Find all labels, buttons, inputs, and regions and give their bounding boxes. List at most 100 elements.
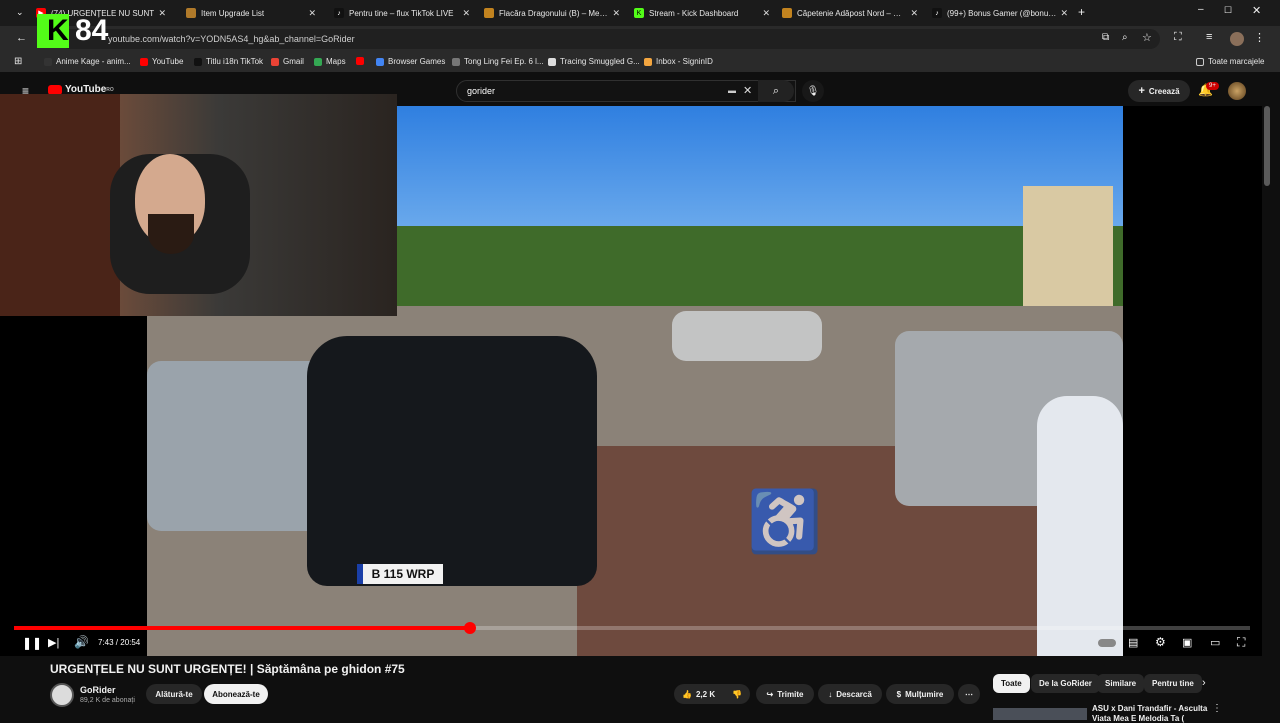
chip-related[interactable]: Similare bbox=[1097, 674, 1145, 693]
keyboard-icon[interactable]: ▬ bbox=[728, 86, 736, 95]
download-icon: ↓ bbox=[828, 689, 833, 699]
next-video-title-line1[interactable]: ASU x Dani Trandafir - Asculta bbox=[1092, 704, 1207, 713]
volume-icon[interactable]: 🔊 bbox=[74, 635, 89, 649]
maximize-icon[interactable]: ☐ bbox=[1224, 5, 1232, 16]
page-scrollbar[interactable] bbox=[1264, 106, 1270, 186]
minimize-icon[interactable]: – bbox=[1198, 4, 1204, 15]
close-icon[interactable]: ✕ bbox=[462, 8, 470, 19]
voice-search-button[interactable]: 🎙 bbox=[802, 80, 824, 102]
microphone-icon: 🎙 bbox=[806, 85, 820, 97]
progress-scrubber[interactable] bbox=[464, 622, 477, 634]
person bbox=[1037, 396, 1123, 656]
bookmark-item[interactable]: Maps bbox=[314, 57, 346, 66]
bookmark-item[interactable]: Gmail bbox=[271, 57, 304, 66]
miniplayer-icon[interactable]: ▣ bbox=[1182, 636, 1192, 649]
theater-icon[interactable]: ▭ bbox=[1210, 636, 1220, 649]
search-button[interactable]: ⌕ bbox=[758, 80, 794, 102]
autoplay-toggle[interactable] bbox=[1098, 639, 1116, 647]
subtitles-icon[interactable]: ▤ bbox=[1128, 636, 1138, 649]
close-window-icon[interactable]: ✕ bbox=[1252, 4, 1261, 17]
search-icon: ⌕ bbox=[772, 84, 780, 97]
back-icon[interactable]: ← bbox=[16, 32, 27, 44]
like-button[interactable]: 👍 2,2 K bbox=[674, 684, 724, 704]
bookmark-item[interactable]: Tong Ling Fei Ep. 6 l... bbox=[452, 57, 544, 66]
share-button[interactable]: ↪ Trimite bbox=[756, 684, 814, 704]
black-skoda bbox=[307, 336, 597, 586]
tab-search-icon[interactable]: ⌄ bbox=[16, 7, 24, 18]
fullscreen-icon[interactable]: ⛶ bbox=[1237, 635, 1245, 650]
next-icon[interactable]: ▶| bbox=[48, 636, 59, 649]
join-button[interactable]: Alătură-te bbox=[146, 684, 202, 704]
anime-icon bbox=[44, 57, 52, 66]
settings-icon[interactable]: ⚙ bbox=[1155, 635, 1166, 649]
share-icon: ↪ bbox=[766, 689, 774, 699]
thumbs-up-icon: 👍 bbox=[682, 689, 692, 699]
install-icon[interactable]: ⧉ bbox=[1102, 32, 1109, 43]
bookmark-item[interactable] bbox=[356, 57, 368, 65]
chevron-right-icon[interactable]: › bbox=[1202, 677, 1206, 689]
progress-bar[interactable] bbox=[14, 622, 1250, 634]
next-video-more-icon[interactable]: ⋮ bbox=[1212, 703, 1222, 714]
channel-avatar[interactable] bbox=[50, 683, 74, 707]
subscribe-button[interactable]: Abonează-te bbox=[204, 684, 268, 704]
all-bookmarks[interactable]: Toate marcajele bbox=[1196, 57, 1264, 66]
curtain bbox=[0, 94, 120, 316]
account-avatar[interactable] bbox=[1228, 82, 1246, 100]
bookmark-item[interactable]: Inbox - SigninID bbox=[644, 57, 713, 66]
menu-icon[interactable]: ⋮ bbox=[1254, 31, 1265, 44]
bookmark-item[interactable]: Tracing Smuggled G... bbox=[548, 57, 640, 66]
next-video-thumbnail[interactable] bbox=[993, 708, 1087, 720]
pause-icon[interactable]: ❚❚ bbox=[22, 636, 42, 650]
channel-name[interactable]: GoRider bbox=[80, 685, 116, 695]
bookmark-item[interactable]: YouTube bbox=[140, 57, 183, 66]
metin-icon bbox=[782, 8, 792, 18]
close-icon[interactable]: ✕ bbox=[158, 8, 166, 19]
star-icon[interactable]: ☆ bbox=[1142, 31, 1152, 44]
url-field[interactable]: youtube.com/watch?v=YODN5AS4_hg&ab_chann… bbox=[60, 29, 1160, 49]
wheelchair-marking: ♿ bbox=[747, 488, 822, 555]
browser-games-icon bbox=[376, 57, 384, 66]
extensions-icon[interactable]: ⛶ bbox=[1174, 31, 1182, 44]
create-button[interactable]: + Creează bbox=[1128, 80, 1190, 102]
close-icon[interactable]: ✕ bbox=[612, 8, 620, 19]
thanks-button[interactable]: $ Mulțumire bbox=[886, 684, 954, 704]
dislike-button[interactable]: 👎 bbox=[724, 684, 750, 704]
new-tab-icon[interactable]: + bbox=[1078, 5, 1085, 19]
chip-from-channel[interactable]: De la GoRider bbox=[1031, 674, 1100, 693]
kick-viewer-count: K 84 bbox=[37, 14, 108, 48]
zoom-icon[interactable]: ⌕ bbox=[1122, 32, 1128, 43]
download-button[interactable]: ↓ Descarcă bbox=[818, 684, 882, 704]
close-icon[interactable]: ✕ bbox=[910, 8, 918, 19]
metin-icon bbox=[186, 8, 196, 18]
bookmark-item[interactable]: Titlu i18n TikTok bbox=[194, 57, 263, 66]
tab-6[interactable]: ♪ (99+) Bonus Gamer (@bonusga ✕ bbox=[932, 2, 1068, 24]
subscriber-count: 89,2 K de abonați bbox=[80, 697, 135, 704]
thumbs-down-icon: 👎 bbox=[732, 689, 742, 699]
chip-for-you[interactable]: Pentru tine bbox=[1144, 674, 1202, 693]
gmail-icon bbox=[271, 57, 279, 66]
tab-bar: ⌄ ▶(74) URGENȚELE NU SUNT✕ Item Upgrade … bbox=[0, 0, 1280, 26]
close-icon[interactable]: ✕ bbox=[762, 8, 770, 19]
close-icon[interactable]: ✕ bbox=[308, 8, 316, 19]
tab-2[interactable]: ♪ Pentru tine – flux TikTok LIVE ✕ bbox=[334, 2, 470, 24]
next-video-title-line2[interactable]: Viata Mea E Melodia Ta ( bbox=[1092, 714, 1184, 723]
tab-3[interactable]: Flacăra Dragonului (B) – Metin2 ✕ bbox=[484, 2, 620, 24]
chip-all[interactable]: Toate bbox=[993, 674, 1030, 693]
tiktok-icon: ♪ bbox=[932, 8, 942, 18]
profile-avatar[interactable] bbox=[1230, 32, 1244, 46]
apps-icon[interactable]: ⊞ bbox=[14, 56, 22, 67]
bookmark-item[interactable]: Browser Games bbox=[376, 57, 445, 66]
time-display: 7:43 / 20:54 bbox=[98, 638, 141, 647]
tab-4[interactable]: K Stream - Kick Dashboard ✕ bbox=[634, 2, 770, 24]
notification-badge: 9+ bbox=[1206, 82, 1219, 90]
tab-5[interactable]: Căpetenie Adăpost Nord – Metin2 ✕ bbox=[782, 2, 918, 24]
bookmark-item[interactable]: Anime Kage - anim... bbox=[44, 57, 131, 66]
close-icon[interactable]: ✕ bbox=[1060, 8, 1068, 19]
tab-1[interactable]: Item Upgrade List ✕ bbox=[186, 2, 316, 24]
media-icon[interactable]: ≡ bbox=[1206, 31, 1212, 43]
plus-icon: + bbox=[1138, 85, 1145, 97]
more-actions-button[interactable]: ⋯ bbox=[958, 684, 980, 704]
youtube-icon bbox=[356, 57, 364, 65]
clear-search-icon[interactable]: ✕ bbox=[743, 84, 752, 97]
webcam-overlay bbox=[0, 94, 397, 316]
